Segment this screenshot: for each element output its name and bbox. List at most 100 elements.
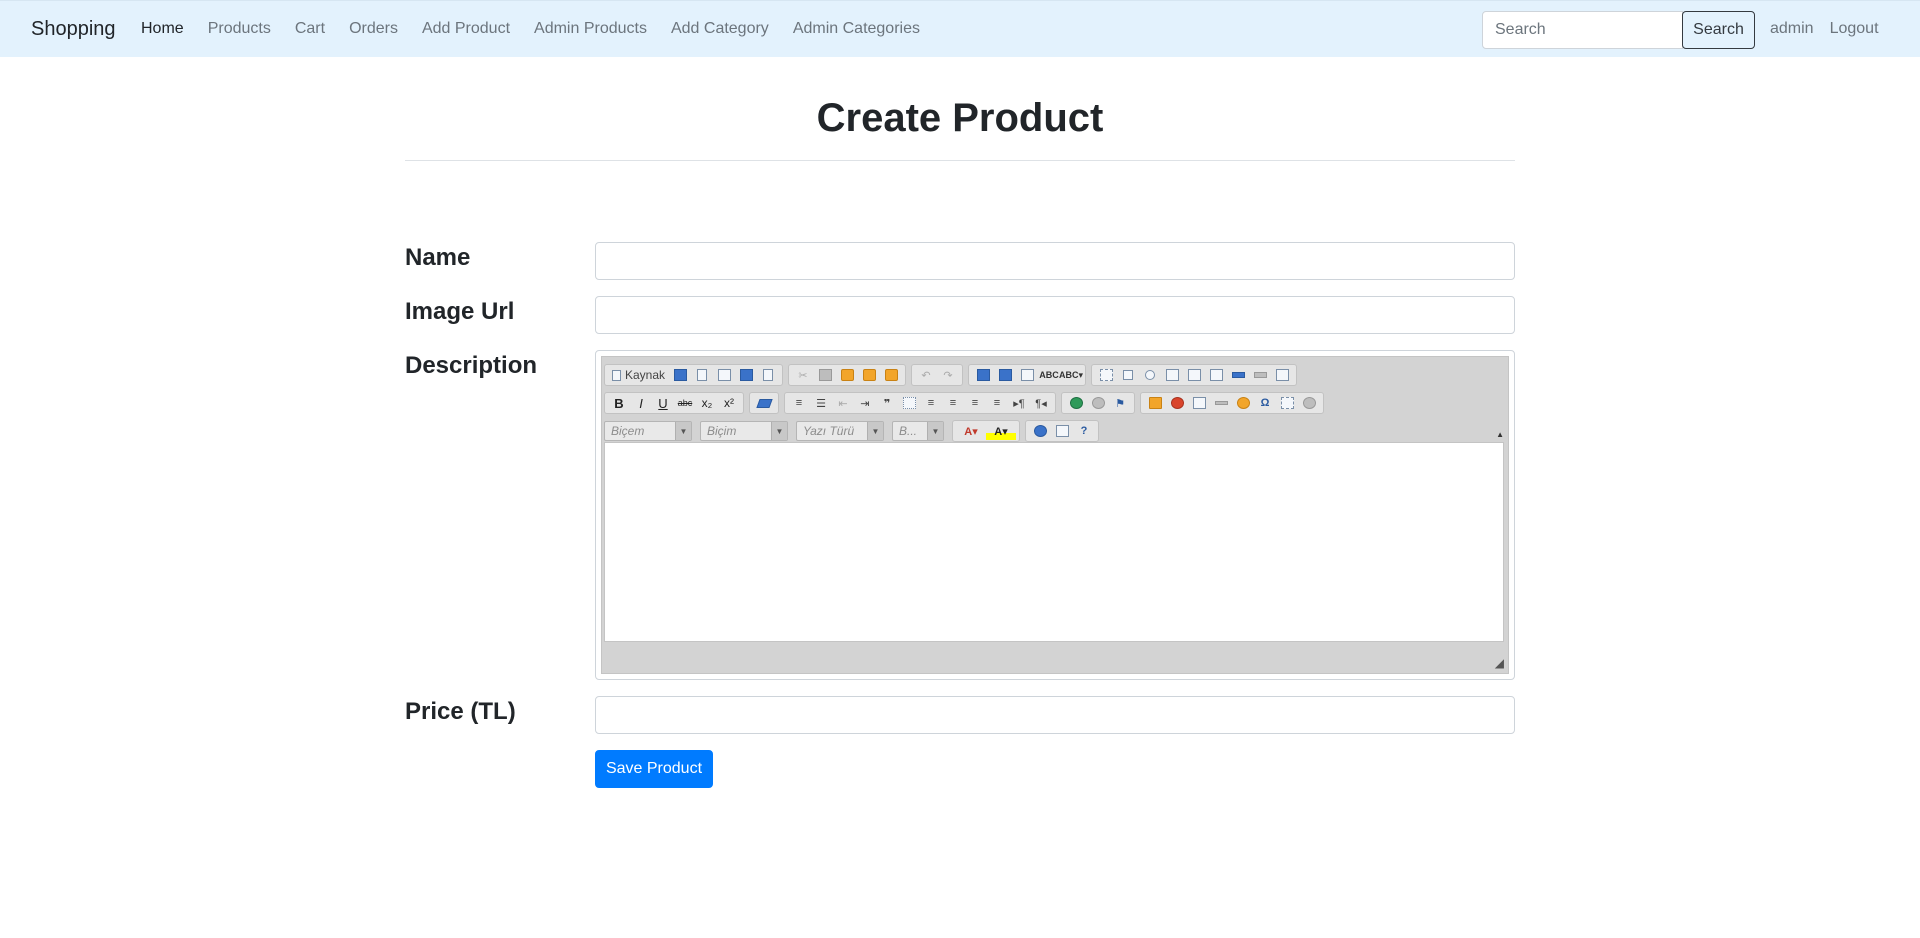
- nav-home[interactable]: Home: [141, 20, 184, 38]
- special-char-button[interactable]: Ω: [1254, 394, 1276, 412]
- search-input[interactable]: [1482, 11, 1683, 49]
- size-combo[interactable]: B... ▼: [892, 421, 944, 441]
- align-center-button[interactable]: ≡: [942, 394, 964, 412]
- nav-products[interactable]: Products: [208, 20, 271, 38]
- price-field-wrapper: [595, 696, 1515, 734]
- rtl-button[interactable]: ¶◂: [1030, 394, 1052, 412]
- brand-logo[interactable]: Shopping: [31, 18, 116, 41]
- resize-handle-icon[interactable]: ◢: [1495, 656, 1504, 670]
- format-combo[interactable]: Biçim ▼: [700, 421, 788, 441]
- paste-text-button[interactable]: [858, 366, 880, 384]
- name-input[interactable]: [596, 243, 1514, 279]
- new-page-button[interactable]: [691, 366, 713, 384]
- collapse-toolbar-icon[interactable]: ▲: [1496, 430, 1504, 439]
- flash-icon: [1170, 397, 1184, 409]
- text-color-button[interactable]: A▾: [956, 422, 986, 440]
- align-left-button[interactable]: ≡: [920, 394, 942, 412]
- justify-button[interactable]: ≡: [986, 394, 1008, 412]
- scayt-button[interactable]: ABC▾: [1059, 366, 1083, 384]
- image-insert-button[interactable]: [1144, 394, 1166, 412]
- preview-button[interactable]: [713, 366, 735, 384]
- form-button[interactable]: [1095, 366, 1117, 384]
- templates-button[interactable]: [757, 366, 779, 384]
- radio-button[interactable]: [1139, 366, 1161, 384]
- bulleted-list-button[interactable]: ☰: [810, 394, 832, 412]
- align-right-button[interactable]: ≡: [964, 394, 986, 412]
- checkbox-button[interactable]: [1117, 366, 1139, 384]
- iframe-button[interactable]: [1298, 394, 1320, 412]
- image-icon: [1148, 397, 1162, 409]
- image-button-button[interactable]: [1249, 366, 1271, 384]
- source-button[interactable]: Kaynak: [608, 366, 669, 384]
- smiley-icon: [1236, 397, 1250, 409]
- remove-format-button[interactable]: [753, 394, 775, 412]
- flash-button[interactable]: [1166, 394, 1188, 412]
- subscript-button[interactable]: x₂: [696, 394, 718, 412]
- style-combo[interactable]: Biçem ▼: [604, 421, 692, 441]
- italic-button[interactable]: I: [630, 394, 652, 412]
- numbered-list-button[interactable]: ≡: [788, 394, 810, 412]
- horizontal-rule-button[interactable]: [1210, 394, 1232, 412]
- save-product-button[interactable]: Save Product: [595, 750, 713, 788]
- select-all-button[interactable]: [1016, 366, 1038, 384]
- underline-button[interactable]: U: [652, 394, 674, 412]
- nav-admin-categories[interactable]: Admin Categories: [793, 20, 920, 38]
- toolbar-group-document: Kaynak: [604, 364, 784, 386]
- nav-admin-products[interactable]: Admin Products: [534, 20, 647, 38]
- font-combo[interactable]: Yazı Türü ▼: [796, 421, 884, 441]
- name-label: Name: [405, 244, 471, 271]
- show-blocks-button[interactable]: [1051, 422, 1073, 440]
- unlink-button[interactable]: [1087, 394, 1109, 412]
- nav-user-admin[interactable]: admin: [1770, 20, 1814, 38]
- title-divider: [405, 160, 1515, 161]
- copy-button[interactable]: [814, 366, 836, 384]
- image-url-input[interactable]: [596, 297, 1514, 333]
- find-button[interactable]: [972, 366, 994, 384]
- ltr-button[interactable]: ▸¶: [1008, 394, 1030, 412]
- paste-text-icon: [862, 369, 876, 381]
- textfield-button[interactable]: [1161, 366, 1183, 384]
- font-combo-label: Yazı Türü: [803, 424, 855, 438]
- unlink-icon: [1091, 397, 1105, 409]
- nav-links: Home Products Cart Orders Add Product Ad…: [133, 20, 936, 38]
- superscript-button[interactable]: x²: [718, 394, 740, 412]
- outdent-button[interactable]: ⇤: [832, 394, 854, 412]
- strike-button[interactable]: abc: [674, 394, 696, 412]
- nav-add-category[interactable]: Add Category: [671, 20, 769, 38]
- link-button[interactable]: [1065, 394, 1087, 412]
- toolbar-group-undo: ↶ ↷: [911, 364, 964, 386]
- maximize-button[interactable]: [1029, 422, 1051, 440]
- about-button[interactable]: ?: [1073, 422, 1095, 440]
- nav-logout[interactable]: Logout: [1830, 20, 1879, 38]
- undo-button[interactable]: ↶: [915, 366, 937, 384]
- search-button[interactable]: Search: [1682, 11, 1755, 49]
- nav-add-product[interactable]: Add Product: [422, 20, 510, 38]
- redo-button[interactable]: ↷: [937, 366, 959, 384]
- select-field-button[interactable]: [1205, 366, 1227, 384]
- price-input[interactable]: [596, 697, 1514, 733]
- editor-content-area[interactable]: [604, 442, 1504, 642]
- hidden-field-button[interactable]: [1271, 366, 1293, 384]
- paste-word-button[interactable]: [880, 366, 902, 384]
- anchor-button[interactable]: ⚑: [1109, 394, 1131, 412]
- table-button[interactable]: [1188, 394, 1210, 412]
- print-button[interactable]: [735, 366, 757, 384]
- cut-button[interactable]: ✂: [792, 366, 814, 384]
- spellcheck-button[interactable]: ABC: [1038, 366, 1060, 384]
- div-container-button[interactable]: [898, 394, 920, 412]
- smiley-button[interactable]: [1232, 394, 1254, 412]
- paste-button[interactable]: [836, 366, 858, 384]
- toolbar-group-find: ABC ABC▾: [968, 364, 1087, 386]
- form-button-button[interactable]: [1227, 366, 1249, 384]
- replace-button[interactable]: [994, 366, 1016, 384]
- page-break-button[interactable]: [1276, 394, 1298, 412]
- bg-color-button[interactable]: A▾: [986, 422, 1016, 440]
- nav-orders[interactable]: Orders: [349, 20, 398, 38]
- indent-button[interactable]: ⇥: [854, 394, 876, 412]
- nav-cart[interactable]: Cart: [295, 20, 325, 38]
- textarea-button[interactable]: [1183, 366, 1205, 384]
- description-editor: Kaynak ✂ ↶ ↷ ABC ABC▾ B I U abc x₂ x² ≡ …: [595, 350, 1515, 680]
- blockquote-button[interactable]: ❞: [876, 394, 898, 412]
- save-doc-button[interactable]: [669, 366, 691, 384]
- bold-button[interactable]: B: [608, 394, 630, 412]
